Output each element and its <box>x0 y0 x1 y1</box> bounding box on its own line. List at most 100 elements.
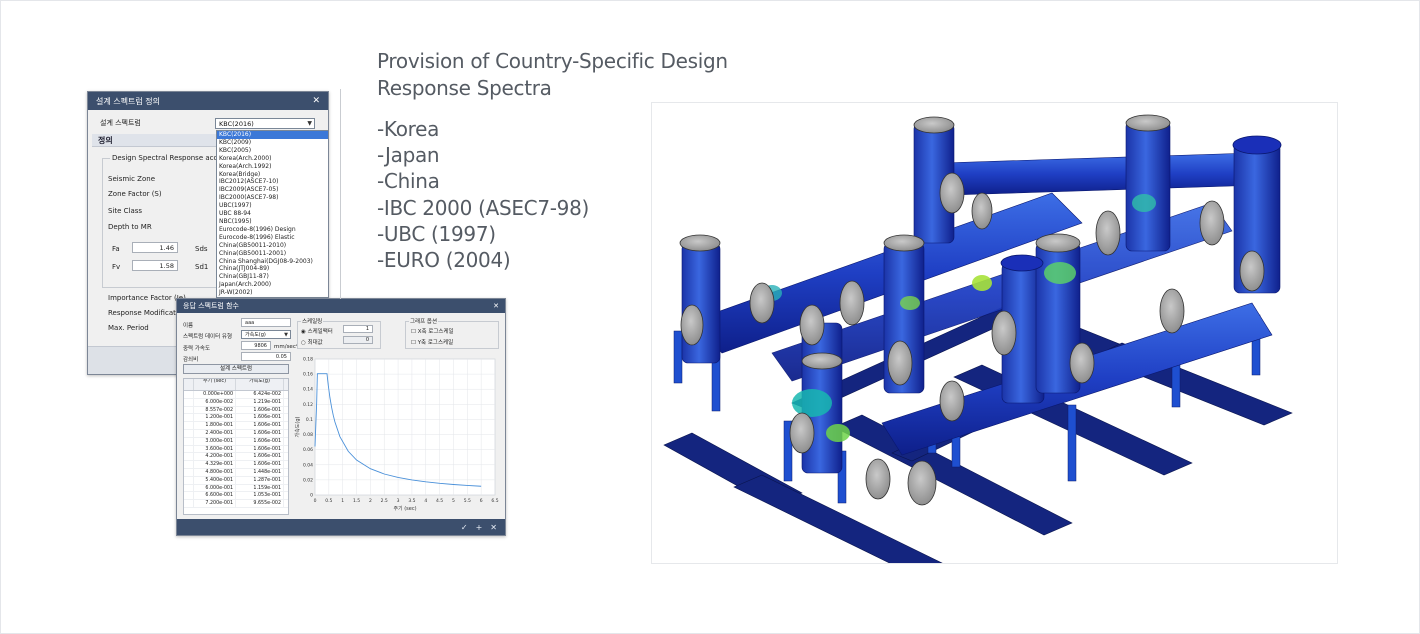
gravity-label: 중력 가속도 <box>183 346 211 352</box>
y-tick-label: 0.12 <box>303 402 313 408</box>
accel-cell: 1.219e-001 <box>236 398 284 406</box>
spectrum-select[interactable]: KBC(2016) ▼ <box>215 118 315 129</box>
row-index-header <box>184 379 194 390</box>
close-icon[interactable]: ✕ <box>493 302 499 310</box>
page: 설계 스펙트럼 정의 ✕ 설계 스펙트럼 KBC(2016) ▼ 정의 Desi… <box>0 0 1420 634</box>
country-list: -Korea -Japan -China -IBC 2000 (ASEC7-98) -U… <box>377 116 589 273</box>
dropdown-option[interactable]: China Shanghai(DGJ08-9-2003) <box>217 258 328 266</box>
period-cell: 8.557e-002 <box>194 406 236 414</box>
max-value-input[interactable]: 0 <box>343 336 373 344</box>
dropdown-option[interactable]: UBC 88-94 <box>217 210 328 218</box>
section-title: 정의 <box>98 136 113 145</box>
row-index-cell <box>184 422 194 429</box>
country-item: -EURO (2004) <box>377 248 511 273</box>
y-tick-label: 0 <box>310 493 313 499</box>
dialog-title: 설계 스펙트럼 정의 <box>96 96 160 106</box>
table-row[interactable]: 8.557e-002 1.606e-001 <box>184 406 288 415</box>
x-tick-label: 0 <box>314 498 317 504</box>
table-row[interactable]: 1.800e-001 1.606e-001 <box>184 422 288 430</box>
y-axis-label: 가속도(g) <box>294 417 301 438</box>
row-index-cell <box>184 429 194 437</box>
table-row[interactable]: 3.600e-001 1.606e-001 <box>184 445 288 454</box>
dropdown-option[interactable]: IBC2000(ASCE7-98) <box>217 194 328 202</box>
close-icon[interactable]: ✕ <box>312 96 320 106</box>
y-log-checkbox[interactable]: ☐ Y축 로그스케일 <box>411 338 453 346</box>
data-type-select[interactable]: 가속도(g) ▼ <box>241 330 291 339</box>
x-tick-label: 4 <box>424 498 427 504</box>
accel-cell: 1.606e-001 <box>236 461 284 468</box>
dropdown-option[interactable]: China(JTJ004-89) <box>217 265 328 273</box>
damping-input[interactable]: 0.05 <box>241 352 291 361</box>
table-row[interactable]: 6.000e-001 1.159e-001 <box>184 484 288 493</box>
table-row[interactable]: 5.400e-001 1.287e-001 <box>184 476 288 485</box>
fa-field[interactable]: 1.46 <box>132 242 178 253</box>
dropdown-option[interactable]: Japan(Arch.2000) <box>217 281 328 289</box>
dropdown-option[interactable]: China(GB50011-2001) <box>217 250 328 258</box>
sd1-label: Sd1 <box>195 263 209 271</box>
dropdown-option[interactable]: China(GBJ11-87) <box>217 273 328 281</box>
gravity-input[interactable]: 9806 <box>241 341 271 350</box>
spectrum-data-table[interactable]: 주기 (sec) 가속도(g) 0.000e+000 6.424e-002 6.00… <box>183 378 289 515</box>
importance-factor-label: Importance Factor (Ie) <box>108 294 186 302</box>
dropdown-option[interactable]: Eurocode-8(1996) Elastic <box>217 234 328 242</box>
dropdown-option[interactable]: JR-W(2002) <box>217 289 328 297</box>
seismic-zone-label: Seismic Zone <box>108 175 156 183</box>
table-row[interactable]: 4.200e-001 1.606e-001 <box>184 453 288 462</box>
period-cell: 1.200e-001 <box>194 414 236 422</box>
row-index-cell <box>184 476 194 484</box>
scale-factor-input[interactable]: 1 <box>343 325 373 333</box>
design-spectrum-button[interactable]: 설계 스펙트럼 <box>183 364 289 374</box>
country-item: -Japan <box>377 143 440 168</box>
row-index-cell <box>184 391 194 398</box>
table-row[interactable]: 7.200e-001 9.655e-002 <box>184 500 288 508</box>
damping-label: 감쇠비 <box>183 357 199 363</box>
country-item: -Korea <box>377 117 440 141</box>
scale-factor-label: 스케일팩터 <box>307 329 333 335</box>
table-header: 주기 (sec) 가속도(g) <box>184 379 288 391</box>
dropdown-option[interactable]: UBC(1997) <box>217 202 328 210</box>
period-cell: 7.200e-001 <box>194 500 236 507</box>
dropdown-option[interactable]: NBC(1995) <box>217 218 328 226</box>
table-row[interactable]: 6.000e-002 1.219e-001 <box>184 398 288 407</box>
x-log-checkbox[interactable]: ☐ X축 로그스케일 <box>411 327 454 335</box>
y-tick-label: 0.08 <box>303 432 313 438</box>
table-row[interactable]: 2.400e-001 1.606e-001 <box>184 429 288 438</box>
x-tick-label: 6 <box>480 498 483 504</box>
accel-cell: 1.606e-001 <box>236 429 284 437</box>
table-row[interactable]: 6.600e-001 1.053e-001 <box>184 492 288 501</box>
table-row[interactable]: 0.000e+000 6.424e-002 <box>184 391 288 399</box>
table-row[interactable]: 1.200e-001 1.606e-001 <box>184 414 288 423</box>
scale-factor-radio[interactable]: ◉ 스케일팩터 <box>301 327 333 335</box>
period-cell: 2.400e-001 <box>194 429 236 437</box>
dropdown-option[interactable]: KBC(2016) <box>217 131 328 139</box>
dialog-titlebar: 설계 스펙트럼 정의 ✕ <box>88 92 328 110</box>
dropdown-option[interactable]: KBC(2005) <box>217 147 328 155</box>
table-row[interactable]: 3.000e-001 1.606e-001 <box>184 437 288 446</box>
x-tick-label: 1 <box>341 498 344 504</box>
close-icon[interactable]: ✕ <box>490 523 497 532</box>
name-input[interactable]: aaa <box>241 318 291 327</box>
max-value-radio[interactable]: ○ 최대값 <box>301 338 323 346</box>
dropdown-option[interactable]: KBC(2009) <box>217 139 328 147</box>
table-row[interactable]: 4.329e-001 1.606e-001 <box>184 461 288 469</box>
period-cell: 3.600e-001 <box>194 445 236 453</box>
dropdown-option[interactable]: Korea(Bridge) <box>217 171 328 179</box>
dropdown-option[interactable]: IBC2009(ASCE7-05) <box>217 186 328 194</box>
spectrum-dropdown-list[interactable]: KBC(2016) KBC(2009) KBC(2005) Korea(Arch.20… <box>216 130 328 298</box>
row-index-cell <box>184 398 194 406</box>
dropdown-option[interactable]: Korea(Arch.2000) <box>217 155 328 163</box>
dropdown-option[interactable]: China(GB50011-2010) <box>217 242 328 250</box>
heading-line-2: Response Spectra <box>377 76 552 100</box>
graph-options-title: 그래프 옵션 <box>409 317 439 325</box>
dropdown-option[interactable]: Eurocode-8(1996) Design <box>217 226 328 234</box>
plus-icon[interactable]: + <box>476 523 483 532</box>
dropdown-option[interactable]: Korea(Arch.1992) <box>217 163 328 171</box>
dropdown-option[interactable]: IBC2012(ASCE7-10) <box>217 178 328 186</box>
table-row[interactable]: 4.800e-001 1.448e-001 <box>184 468 288 477</box>
x-tick-label: 4.5 <box>436 498 443 504</box>
accel-cell: 6.424e-002 <box>236 391 284 398</box>
fv-field[interactable]: 1.58 <box>132 260 178 271</box>
row-index-cell <box>184 453 194 461</box>
check-icon[interactable]: ✓ <box>461 523 468 532</box>
site-class-label: Site Class <box>108 207 143 215</box>
